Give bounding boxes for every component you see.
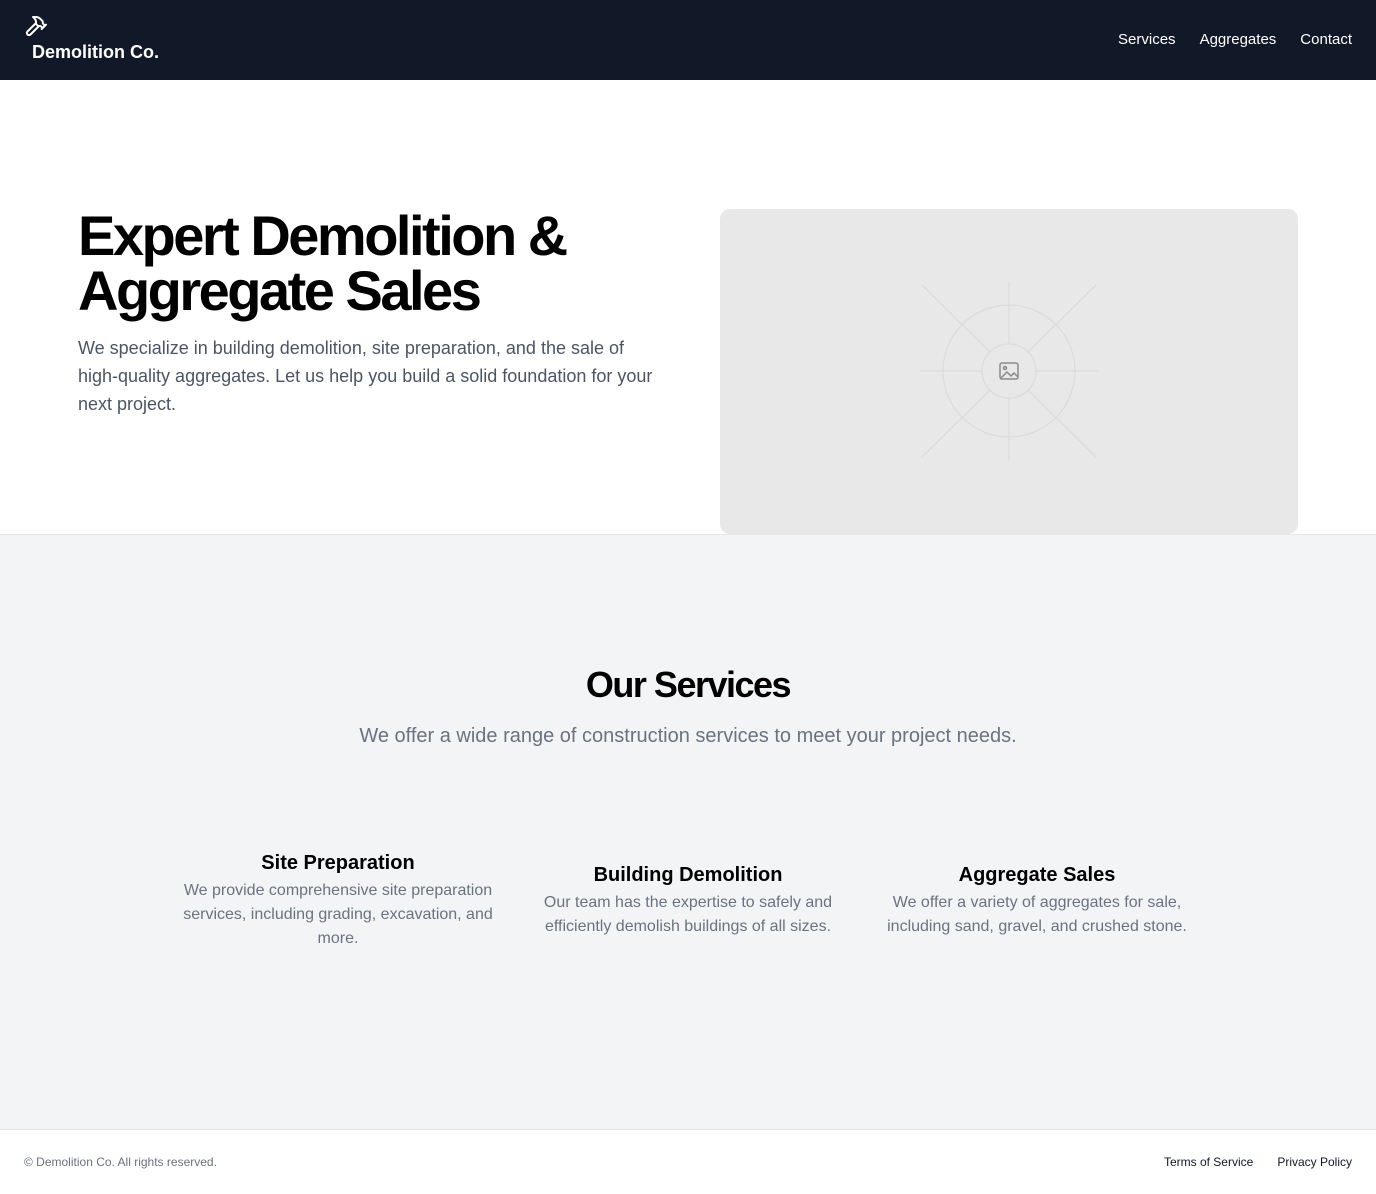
service-card-title: Building Demolition <box>593 864 783 886</box>
service-card-text: We offer a variety of aggregates for sal… <box>887 894 1187 935</box>
services-subtitle: We offer a wide range of construction se… <box>359 725 1017 747</box>
brand-name[interactable]: Demolition Co. <box>32 40 159 64</box>
service-card-title: Aggregate Sales <box>958 864 1116 886</box>
hero-section: Expert Demolition & Aggregate Sales We s… <box>0 80 1376 534</box>
terms-of-service-link[interactable]: Terms of Service <box>1164 1154 1253 1170</box>
copyright-text: © Demolition Co. All rights reserved. <box>24 1155 217 1169</box>
hero-text: We specialize in building demolition, si… <box>78 338 653 414</box>
site-header: Demolition Co. Services Aggregates Conta… <box>0 0 1376 80</box>
privacy-policy-link[interactable]: Privacy Policy <box>1277 1154 1352 1170</box>
image-placeholder-icon <box>920 282 1098 460</box>
site-footer: © Demolition Co. All rights reserved. Te… <box>0 1129 1376 1194</box>
service-card-site-preparation: Site Preparation We provide comprehensiv… <box>178 849 498 951</box>
hero-title: Expert Demolition & Aggregate Sales <box>78 204 568 322</box>
service-card-title: Site Preparation <box>261 852 415 874</box>
services-section: Our Services We offer a wide range of co… <box>0 535 1376 1129</box>
service-card-building-demolition: Building Demolition Our team has the exp… <box>528 861 848 939</box>
footer-links: Terms of Service Privacy Policy <box>1164 1154 1352 1170</box>
hero-image-placeholder <box>720 209 1298 534</box>
service-card-text: We provide comprehensive site preparatio… <box>183 882 493 947</box>
nav-link-aggregates[interactable]: Aggregates <box>1200 28 1277 52</box>
main-nav: Services Aggregates Contact <box>1118 28 1352 52</box>
service-card-text: Our team has the expertise to safely and… <box>543 894 833 935</box>
hammer-icon[interactable] <box>24 14 48 38</box>
services-title: Our Services <box>585 664 792 705</box>
service-card-aggregate-sales: Aggregate Sales We offer a variety of ag… <box>877 861 1197 939</box>
nav-link-services[interactable]: Services <box>1118 28 1176 52</box>
nav-link-contact[interactable]: Contact <box>1300 28 1352 52</box>
